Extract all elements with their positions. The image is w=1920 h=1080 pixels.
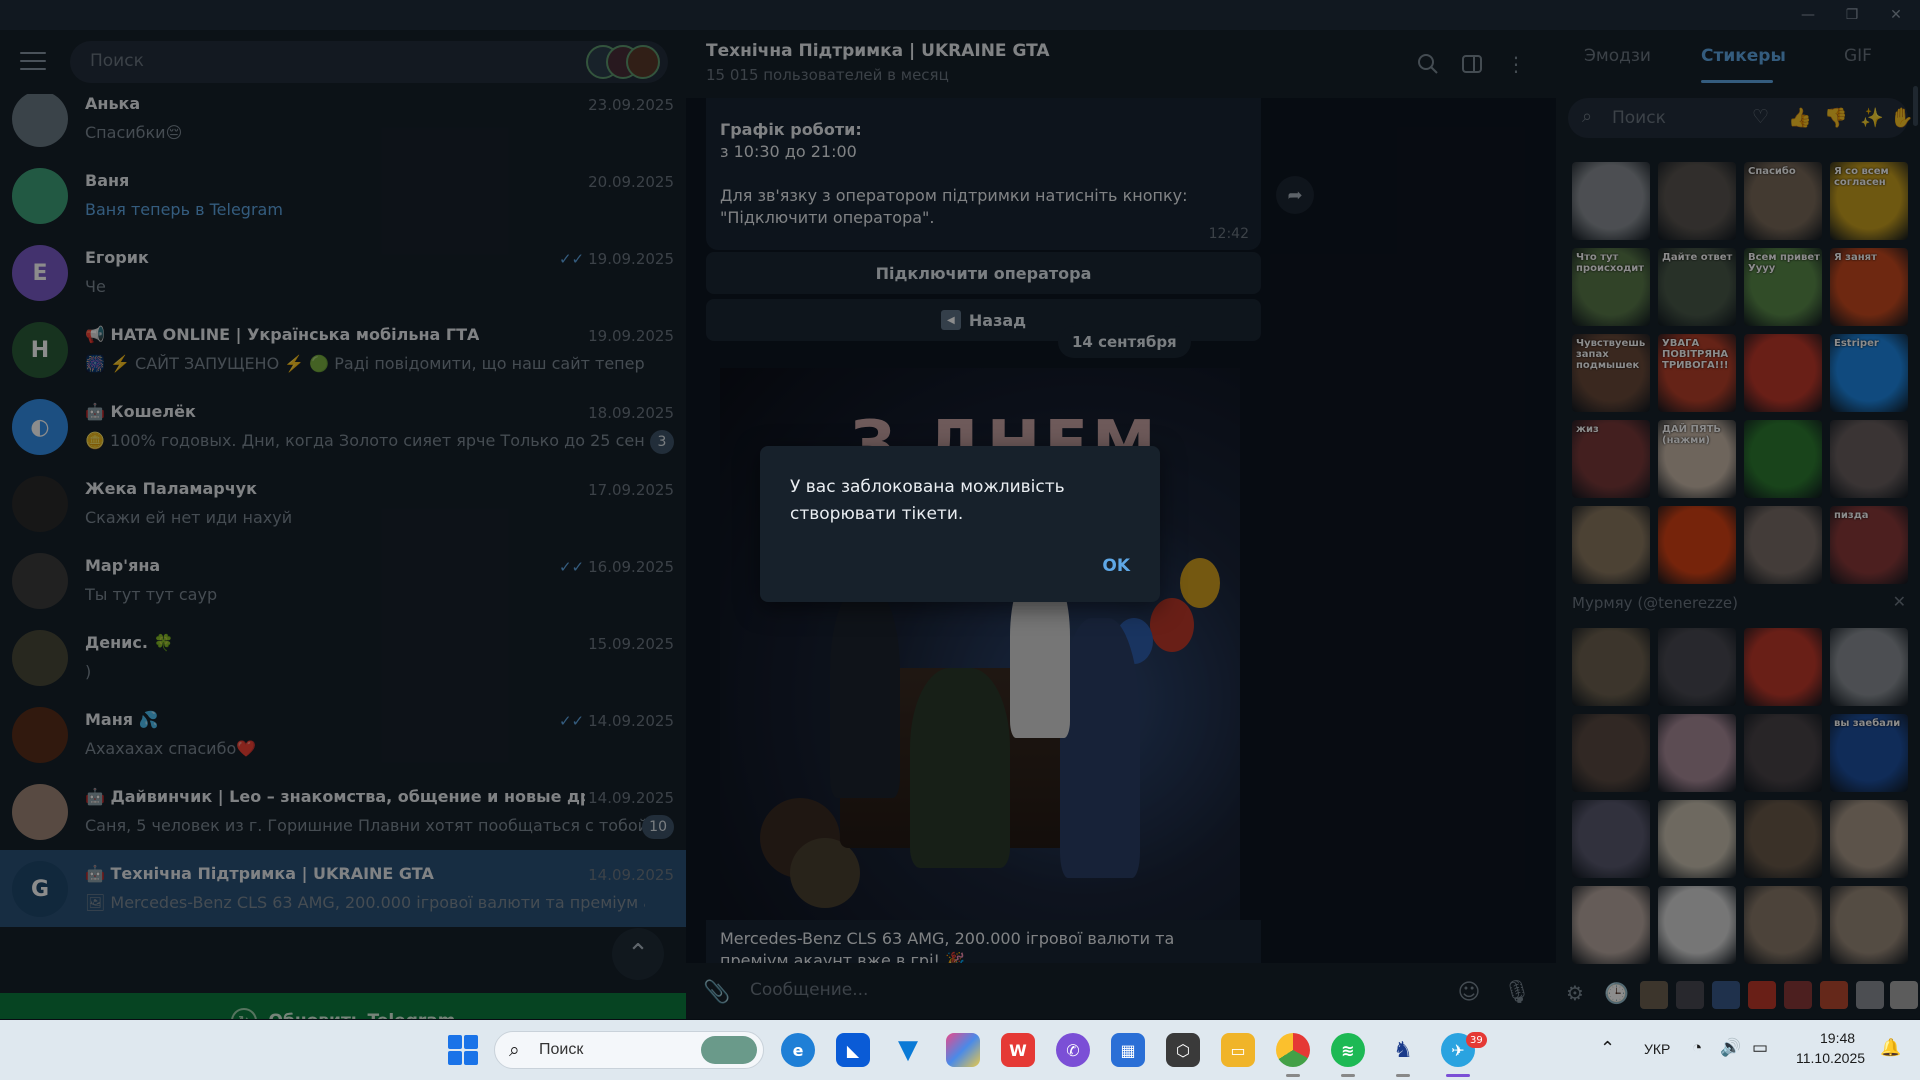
vpn-shield-icon[interactable]: ▼ bbox=[891, 1033, 925, 1067]
copilot-icon[interactable] bbox=[946, 1033, 980, 1067]
store-icon[interactable]: ▦ bbox=[1111, 1033, 1145, 1067]
edge-icon[interactable]: e bbox=[781, 1033, 815, 1067]
steam-icon[interactable]: ♞ bbox=[1386, 1033, 1420, 1067]
wifi-icon[interactable]: ◔ bbox=[1692, 1038, 1702, 1058]
spotify-icon[interactable]: ≋ bbox=[1331, 1033, 1365, 1067]
file-explorer-icon[interactable]: ▭ bbox=[1221, 1033, 1255, 1067]
taskbar-search-placeholder: Поиск bbox=[539, 1041, 584, 1058]
start-icon[interactable] bbox=[448, 1035, 478, 1065]
dialog-message: У вас заблокована можливість створювати … bbox=[790, 477, 1065, 524]
vscode-icon[interactable]: ◣ bbox=[836, 1033, 870, 1067]
clock-time[interactable]: 19:48 bbox=[1820, 1030, 1855, 1046]
windows-taskbar: ⌕ Поиск e ◣ ▼ W ✆ ▦ ⬡ ▭ ≋ ♞ ✈ 39 ⌃ УКР ◔… bbox=[0, 1020, 1920, 1080]
wps-icon[interactable]: W bbox=[1001, 1033, 1035, 1067]
notification-bell-icon[interactable]: 🔔 bbox=[1880, 1038, 1901, 1058]
search-highlight-icon bbox=[701, 1036, 757, 1064]
clock-date[interactable]: 11.10.2025 bbox=[1796, 1050, 1865, 1066]
running-indicator bbox=[1446, 1074, 1470, 1077]
volume-icon[interactable]: 🔊 bbox=[1720, 1038, 1741, 1058]
search-icon: ⌕ bbox=[509, 1039, 520, 1061]
running-indicator bbox=[1286, 1074, 1300, 1077]
tray-overflow-icon[interactable]: ⌃ bbox=[1600, 1038, 1615, 1059]
blocked-tickets-dialog: У вас заблокована можливість створювати … bbox=[760, 446, 1160, 602]
chrome-icon[interactable] bbox=[1276, 1033, 1310, 1067]
dialog-ok-button[interactable]: OK bbox=[1102, 556, 1130, 576]
telegram-unread-badge: 39 bbox=[1466, 1032, 1487, 1048]
battery-icon[interactable]: ▭ bbox=[1752, 1038, 1768, 1058]
epic-games-icon[interactable]: ⬡ bbox=[1166, 1033, 1200, 1067]
language-indicator[interactable]: УКР bbox=[1644, 1041, 1670, 1057]
taskbar-search-input[interactable]: ⌕ Поиск bbox=[494, 1031, 764, 1069]
running-indicator bbox=[1396, 1074, 1410, 1077]
viber-icon[interactable]: ✆ bbox=[1056, 1033, 1090, 1067]
running-indicator bbox=[1341, 1074, 1355, 1077]
